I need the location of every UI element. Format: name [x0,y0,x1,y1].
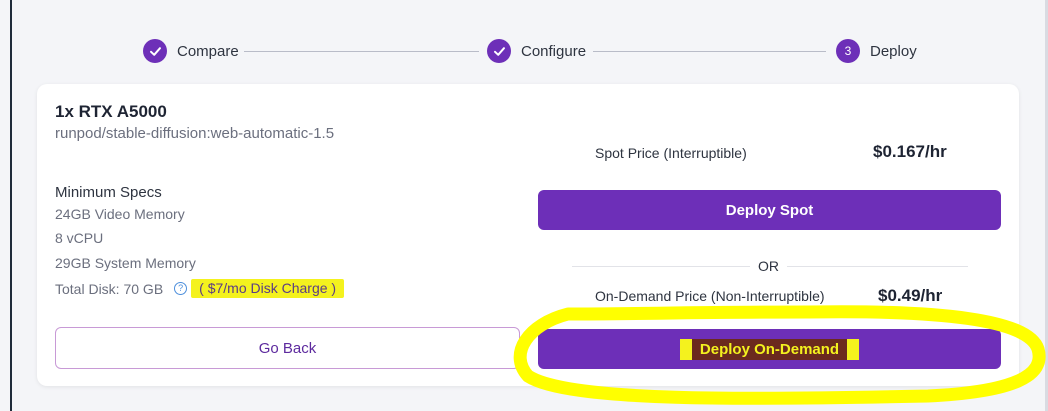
check-icon [487,39,511,63]
spot-price-value: $0.167/hr [873,142,947,161]
step-connector [593,51,826,52]
step-label: Compare [177,42,239,60]
check-icon [143,39,167,63]
question-icon[interactable]: ? [174,282,188,295]
on-demand-price-value: $0.49/hr [878,286,943,305]
step-configure[interactable]: Configure [487,39,586,63]
highlight-mark: Deploy On-Demand [679,338,860,360]
deploy-stepper: Compare Configure 3 Deploy [0,36,1048,68]
on-demand-price-label: On-Demand Price (Non-Interruptible) [595,288,825,304]
step-label: Deploy [870,42,917,60]
total-disk-row: Total Disk: 70 GB ? ( $7/mo Disk Charge … [55,279,345,298]
spec-video-memory: 24GB Video Memory [55,206,185,222]
spec-system-memory: 29GB System Memory [55,255,196,271]
go-back-button[interactable]: Go Back [55,327,520,369]
spec-vcpu: 8 vCPU [55,230,104,246]
spot-price-label: Spot Price (Interruptible) [595,145,747,161]
step-deploy[interactable]: 3 Deploy [836,39,917,63]
total-disk-label: Total Disk: 70 GB [55,280,164,297]
specs-heading: Minimum Specs [55,184,162,201]
step-label: Configure [521,42,587,60]
disk-charge-note: ( $7/mo Disk Charge ) [191,279,345,298]
deploy-on-demand-button[interactable]: Deploy On-Demand [538,329,1001,369]
step-number: 3 [836,39,860,63]
deploy-on-demand-label: Deploy On-Demand [691,338,848,360]
deploy-spot-button[interactable]: Deploy Spot [538,190,1001,230]
step-connector [244,51,479,52]
or-label: OR [750,258,787,274]
gpu-title: 1x RTX A5000 [55,102,167,121]
step-compare[interactable]: Compare [143,39,239,63]
template-name: runpod/stable-diffusion:web-automatic-1.… [55,125,335,142]
deploy-card: 1x RTX A5000 runpod/stable-diffusion:web… [37,84,1019,386]
